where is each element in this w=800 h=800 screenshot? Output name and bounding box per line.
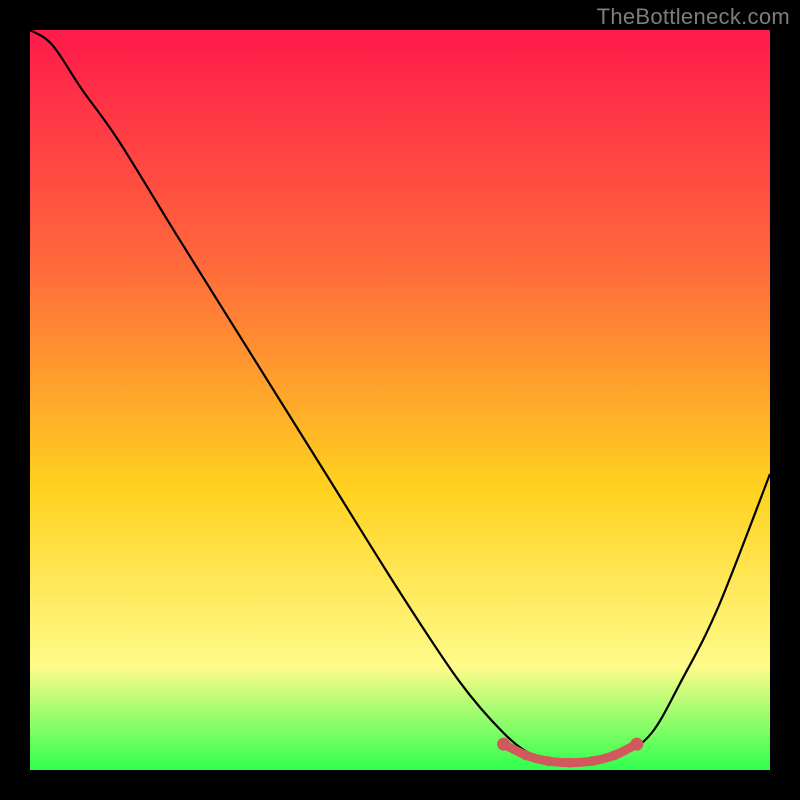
marker-dot: [521, 750, 531, 760]
marker-dot: [543, 756, 553, 766]
marker-dot: [565, 758, 575, 768]
chart-svg: [30, 30, 770, 770]
marker-dot: [497, 738, 510, 751]
marker-dot: [610, 750, 620, 760]
watermark-text: TheBottleneck.com: [597, 4, 790, 30]
plot-area: [30, 30, 770, 770]
marker-dot: [587, 756, 597, 766]
gradient-background: [30, 30, 770, 770]
marker-dot: [630, 738, 643, 751]
chart-frame: TheBottleneck.com: [0, 0, 800, 800]
